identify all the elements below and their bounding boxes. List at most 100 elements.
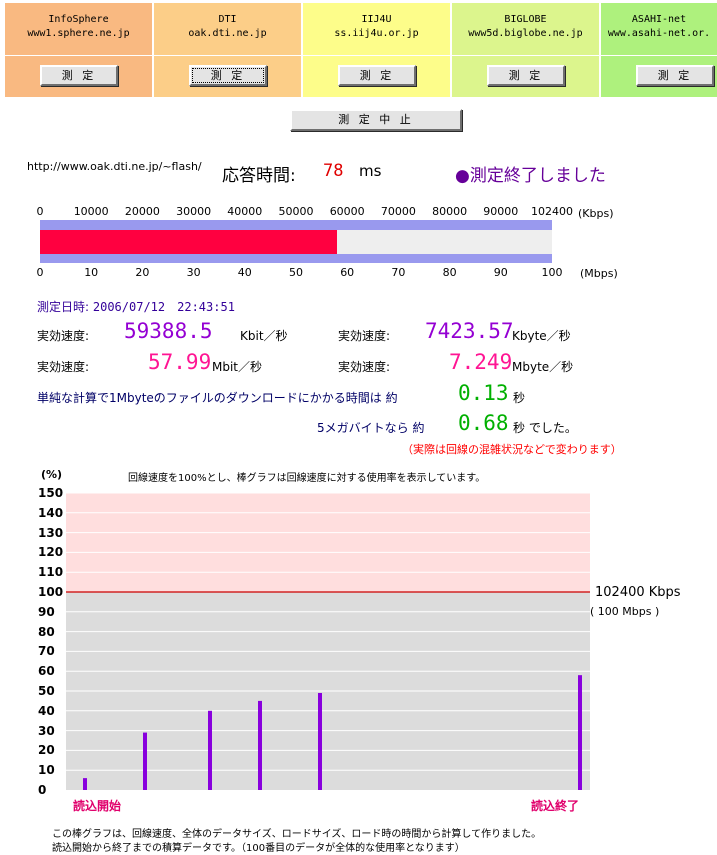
mbps-tick-label: 20	[135, 266, 150, 279]
provider-button-cell-3: 測 定	[452, 56, 599, 97]
mbps-tick-label: 10	[84, 266, 99, 279]
y-tick-label: 90	[38, 604, 55, 619]
kbps-tick-label: 70000	[380, 205, 416, 218]
stop-measurement-button[interactable]: 測 定 中 止	[290, 109, 462, 131]
download-1mb-unit: 秒	[513, 391, 526, 405]
download-1mb-label: 単純な計算で1Mbyteのファイルのダウンロードにかかる時間は 約	[37, 391, 398, 405]
provider-name: InfoSphere	[48, 14, 109, 25]
reference-mbps-label: ( 100 Mbps )	[590, 605, 660, 618]
provider-button-cell-2: 測 定	[303, 56, 450, 97]
kbit-unit: Kbit／秒	[240, 329, 288, 343]
measure-button[interactable]: 測 定	[636, 65, 714, 86]
scale-strip-top	[40, 220, 552, 230]
y-tick-label: 100	[38, 585, 64, 599]
mbps-unit: (Mbps)	[580, 267, 618, 280]
mbps-tick-label: 90	[493, 266, 508, 279]
usage-bar	[578, 675, 582, 790]
y-tick-label: 120	[38, 545, 64, 560]
mbps-tick-label: 50	[289, 266, 303, 279]
progress-fill	[40, 230, 337, 254]
provider-host: www.asahi-net.or.	[607, 28, 711, 39]
mbps-tick-label: 100	[541, 266, 563, 279]
measurement-date-value: 2006/07/12 22:43:51	[92, 300, 235, 314]
kbps-tick-label: 80000	[432, 205, 468, 218]
usage-bar	[208, 710, 212, 790]
provider-host: oak.dti.ne.jp	[188, 28, 267, 39]
usage-chart	[0, 480, 717, 820]
scale-strip-bottom	[40, 254, 552, 263]
y-tick-label: 30	[38, 723, 55, 738]
mbit-unit: Mbit／秒	[212, 360, 263, 374]
provider-button-cell-0: 測 定	[5, 56, 152, 97]
load-end-label: 読込終了	[531, 799, 580, 813]
response-time-value: 78	[323, 161, 344, 181]
provider-tile-3: BIGLOBE www5d.biglobe.ne.jp	[452, 3, 599, 55]
mbyte-unit: Mbyte／秒	[512, 360, 574, 374]
measure-button[interactable]: 測 定	[189, 65, 267, 86]
effective-speed-label: 実効速度:	[338, 360, 391, 374]
response-time-unit: ms	[359, 162, 382, 180]
y-tick-label: 150	[38, 486, 64, 500]
mbps-tick-label: 40	[237, 266, 252, 279]
provider-button-cell-1: 測 定	[154, 56, 301, 97]
usage-bar	[318, 692, 322, 790]
measure-button[interactable]: 測 定	[338, 65, 416, 86]
provider-tile-0: InfoSphere www1.sphere.ne.jp	[5, 3, 152, 55]
effective-speed-label: 実効速度:	[338, 329, 391, 343]
download-5mb-unit: 秒 でした。	[513, 421, 577, 435]
provider-name: IIJ4U	[361, 14, 392, 25]
effective-speed-label: 実効速度:	[37, 360, 90, 374]
server-url: http://www.oak.dti.ne.jp/~flash/	[27, 160, 202, 173]
provider-name: ASAHI-net	[631, 14, 687, 25]
usage-chart-svg	[66, 492, 590, 790]
provider-tile-1: DTI oak.dti.ne.jp	[154, 3, 301, 55]
kbyte-value: 7423.57	[425, 319, 514, 343]
measurement-date: 測定日時: 2006/07/12 22:43:51	[37, 298, 235, 315]
mbps-tick-label: 80	[442, 266, 457, 279]
reference-kbps-label: 102400 Kbps	[595, 585, 681, 600]
kbps-tick-label: 50000	[278, 205, 314, 218]
y-tick-label: 50	[38, 684, 55, 698]
footer-note-2: 読込開始から終了までの積算データです。（100番目のデータが全体的な使用率となり…	[52, 843, 465, 854]
kbps-tick-label: 30000	[176, 205, 212, 218]
kbps-tick-label: 102400	[531, 205, 573, 218]
y-tick-label: 20	[38, 743, 55, 758]
mbps-tick-label: 30	[186, 266, 201, 279]
y-tick-label: 0	[38, 783, 47, 797]
provider-button-cell-4: 測 定	[601, 56, 717, 97]
mbps-tick-label: 0	[36, 266, 44, 279]
progress-track	[40, 230, 552, 254]
y-tick-label: 80	[38, 624, 55, 639]
y-tick-label: 60	[38, 664, 55, 679]
kbps-tick-label: 20000	[124, 205, 160, 218]
download-5mb-value: 0.68	[458, 411, 509, 435]
provider-tile-2: IIJ4U ss.iij4u.or.jp	[303, 3, 450, 55]
provider-name: DTI	[218, 14, 237, 25]
download-5mb-label: 5メガバイトなら 約	[317, 421, 425, 435]
footer-note-1: この棒グラフは、回線速度、全体のデータサイズ、ロードサイズ、ロード時の時間から計…	[52, 829, 542, 840]
mbps-tick-label: 70	[391, 266, 406, 279]
kbps-tick-label: 90000	[483, 205, 519, 218]
kbps-tick-label: 10000	[73, 205, 109, 218]
measure-button[interactable]: 測 定	[487, 65, 565, 86]
provider-tile-4: ASAHI-net www.asahi-net.or.	[601, 3, 717, 55]
provider-name: BIGLOBE	[504, 14, 547, 25]
kbps-tick-label: 0	[36, 205, 44, 218]
measurement-date-label: 測定日時:	[37, 300, 90, 314]
y-tick-label: 110	[38, 565, 64, 580]
kbyte-unit: Kbyte／秒	[512, 329, 571, 343]
mbyte-value: 7.249	[449, 350, 513, 374]
provider-host: www1.sphere.ne.jp	[27, 28, 130, 39]
y-tick-label: 40	[38, 703, 55, 718]
usage-bar	[83, 778, 87, 790]
y-tick-label: 10	[38, 763, 55, 778]
y-tick-label: 70	[38, 644, 55, 659]
measure-button[interactable]: 測 定	[40, 65, 118, 86]
provider-host: ss.iij4u.or.jp	[334, 28, 419, 39]
mbps-tick-label: 60	[340, 266, 355, 279]
kbps-unit: (Kbps)	[578, 207, 614, 220]
kbps-tick-label: 40000	[227, 205, 263, 218]
usage-bar	[258, 700, 262, 790]
y-tick-label: 140	[38, 505, 64, 520]
response-time-label: 応答時間:	[222, 166, 296, 186]
